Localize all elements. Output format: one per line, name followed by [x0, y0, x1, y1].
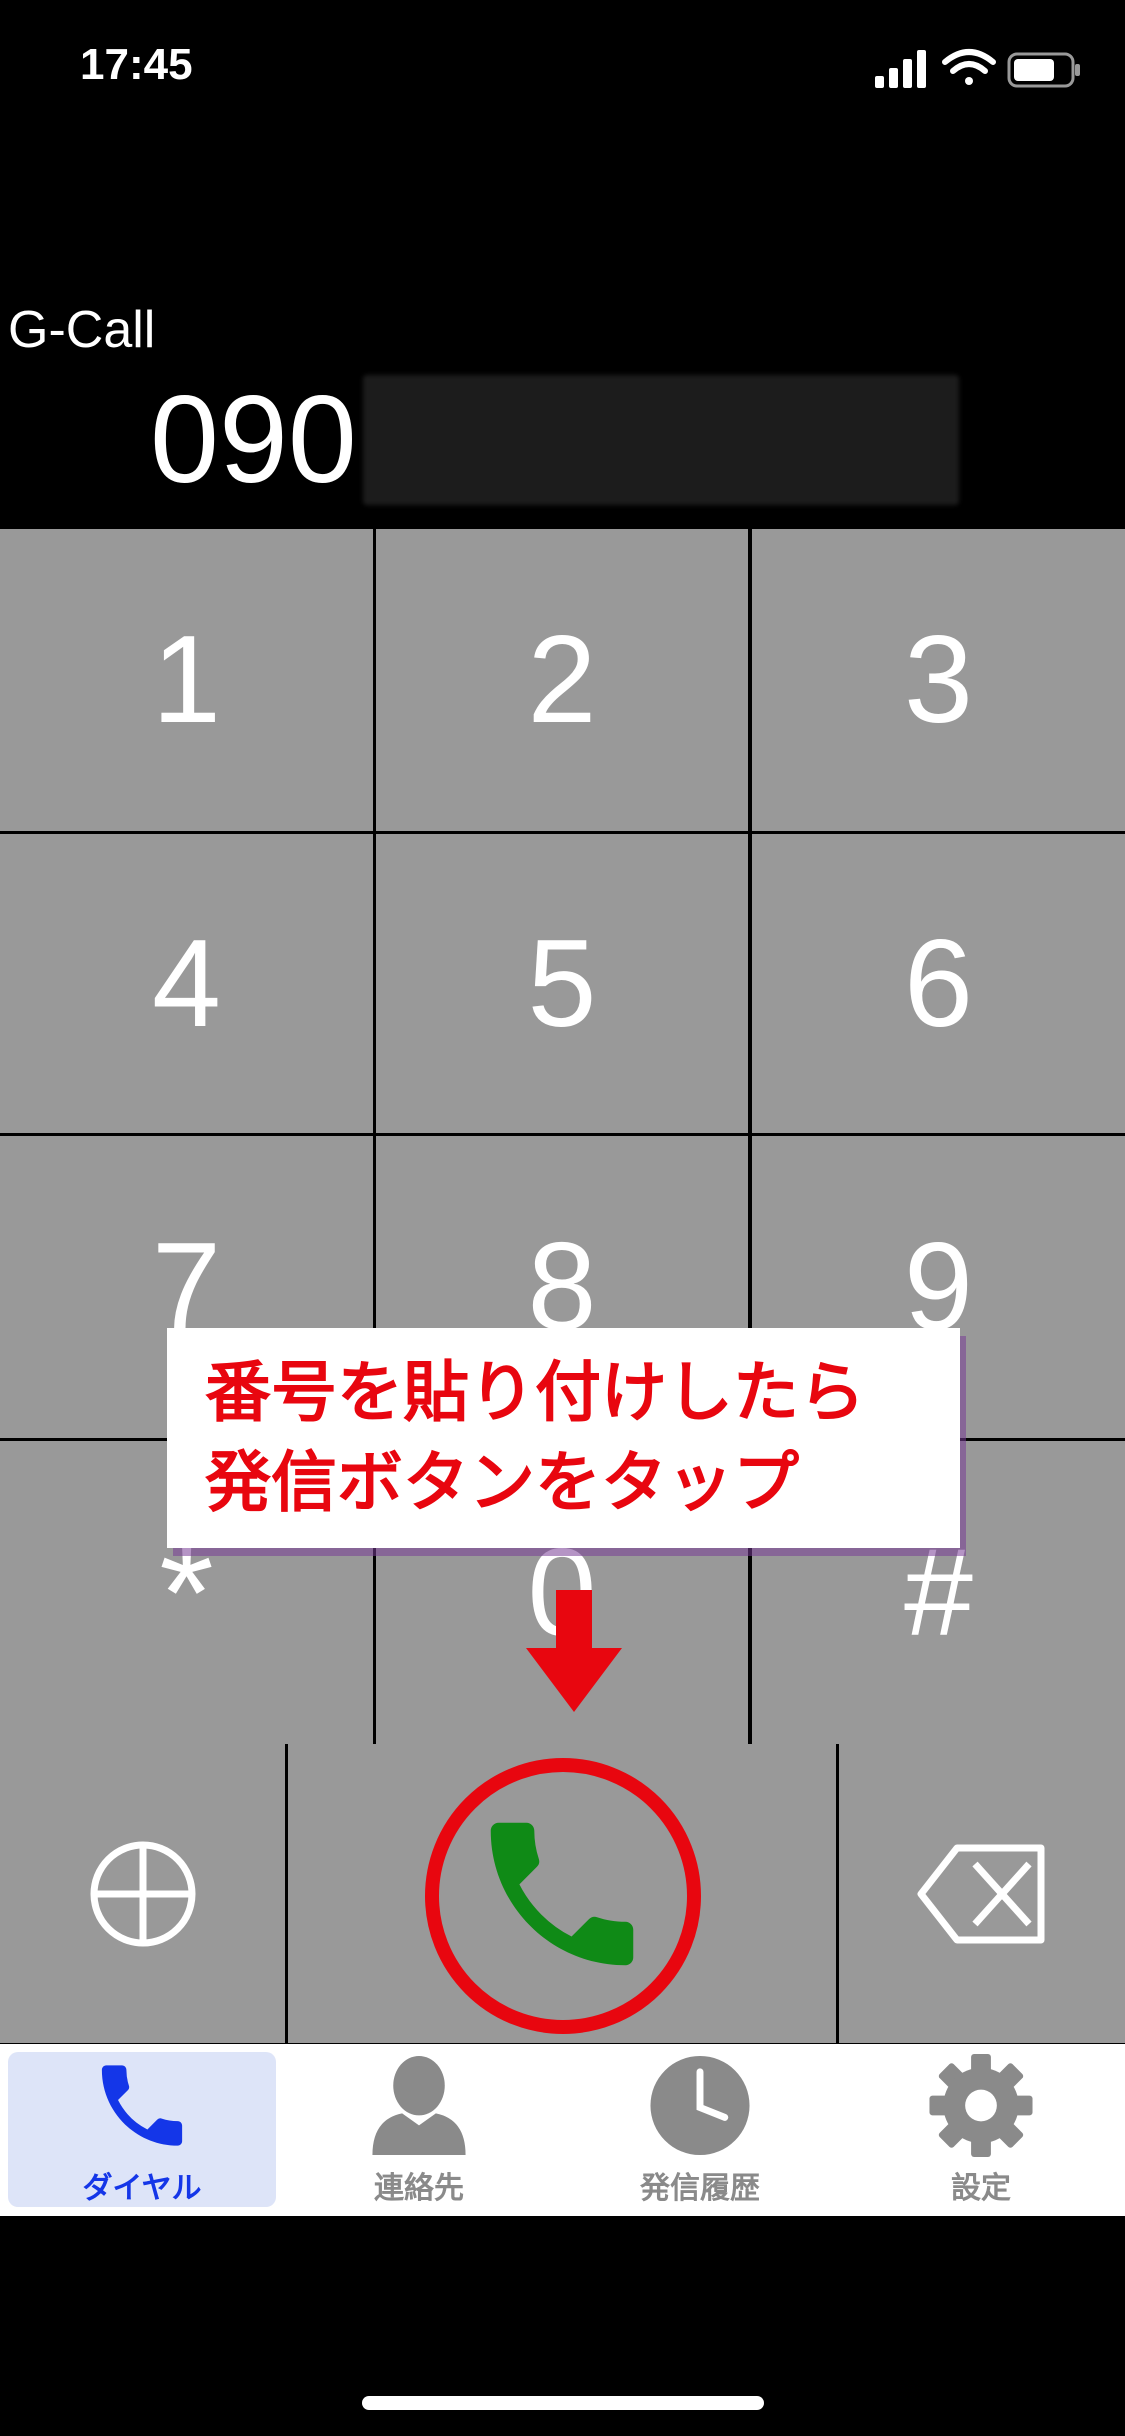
status-bar: 17:45 [0, 0, 1125, 140]
key-3[interactable]: 3 [752, 529, 1125, 831]
status-time: 17:45 [80, 40, 193, 89]
app-name: G-Call [8, 301, 156, 359]
instruction-callout: 番号を貼り付けしたら 発信ボタンをタップ [167, 1328, 960, 1548]
backspace-button[interactable] [839, 1744, 1125, 2043]
key-2[interactable]: 2 [376, 529, 748, 831]
tab-dial-label: ダイヤル [82, 2171, 202, 2206]
key-1[interactable]: 1 [0, 529, 373, 831]
key-6[interactable]: 6 [752, 834, 1125, 1133]
person-icon [372, 2055, 466, 2156]
phone-icon [101, 2065, 183, 2146]
wifi-icon [942, 49, 996, 85]
circle-plus-icon [90, 1841, 195, 1946]
tab-contacts[interactable]: 連絡先 [285, 2052, 553, 2207]
number-blurred-digits [362, 375, 959, 505]
battery-icon [1007, 52, 1080, 88]
number-prefix: 090 [150, 371, 357, 509]
key-4[interactable]: 4 [0, 834, 373, 1133]
arrow-down-icon [526, 1590, 622, 1712]
instruction-line-2: 発信ボタンをタップ [205, 1444, 799, 1521]
signal-icon [875, 50, 926, 88]
call-button-highlight-ring [425, 1758, 701, 2034]
status-icons [875, 49, 1080, 88]
tab-bar: ダイヤル 連絡先 発信履歴 設定 [0, 2044, 1125, 2216]
tab-call-history-label: 発信履歴 [640, 2171, 760, 2206]
dialed-number: 090 [150, 370, 959, 510]
home-indicator[interactable] [362, 2396, 764, 2410]
clock-icon [650, 2055, 750, 2156]
tab-settings-label: 設定 [951, 2171, 1011, 2206]
gear-icon [929, 2053, 1033, 2158]
keypad: 1 2 3 4 5 6 7 8 9 * 0 # [0, 529, 1125, 1744]
tab-settings[interactable]: 設定 [847, 2052, 1115, 2207]
tab-contacts-label: 連絡先 [374, 2171, 464, 2206]
tab-dial[interactable]: ダイヤル [8, 2052, 276, 2207]
instruction-line-1: 番号を貼り付けしたら [205, 1354, 865, 1431]
add-contact-button[interactable] [0, 1744, 285, 2043]
backspace-icon [917, 1844, 1045, 1943]
key-5[interactable]: 5 [376, 834, 748, 1133]
tab-call-history[interactable]: 発信履歴 [566, 2052, 834, 2207]
